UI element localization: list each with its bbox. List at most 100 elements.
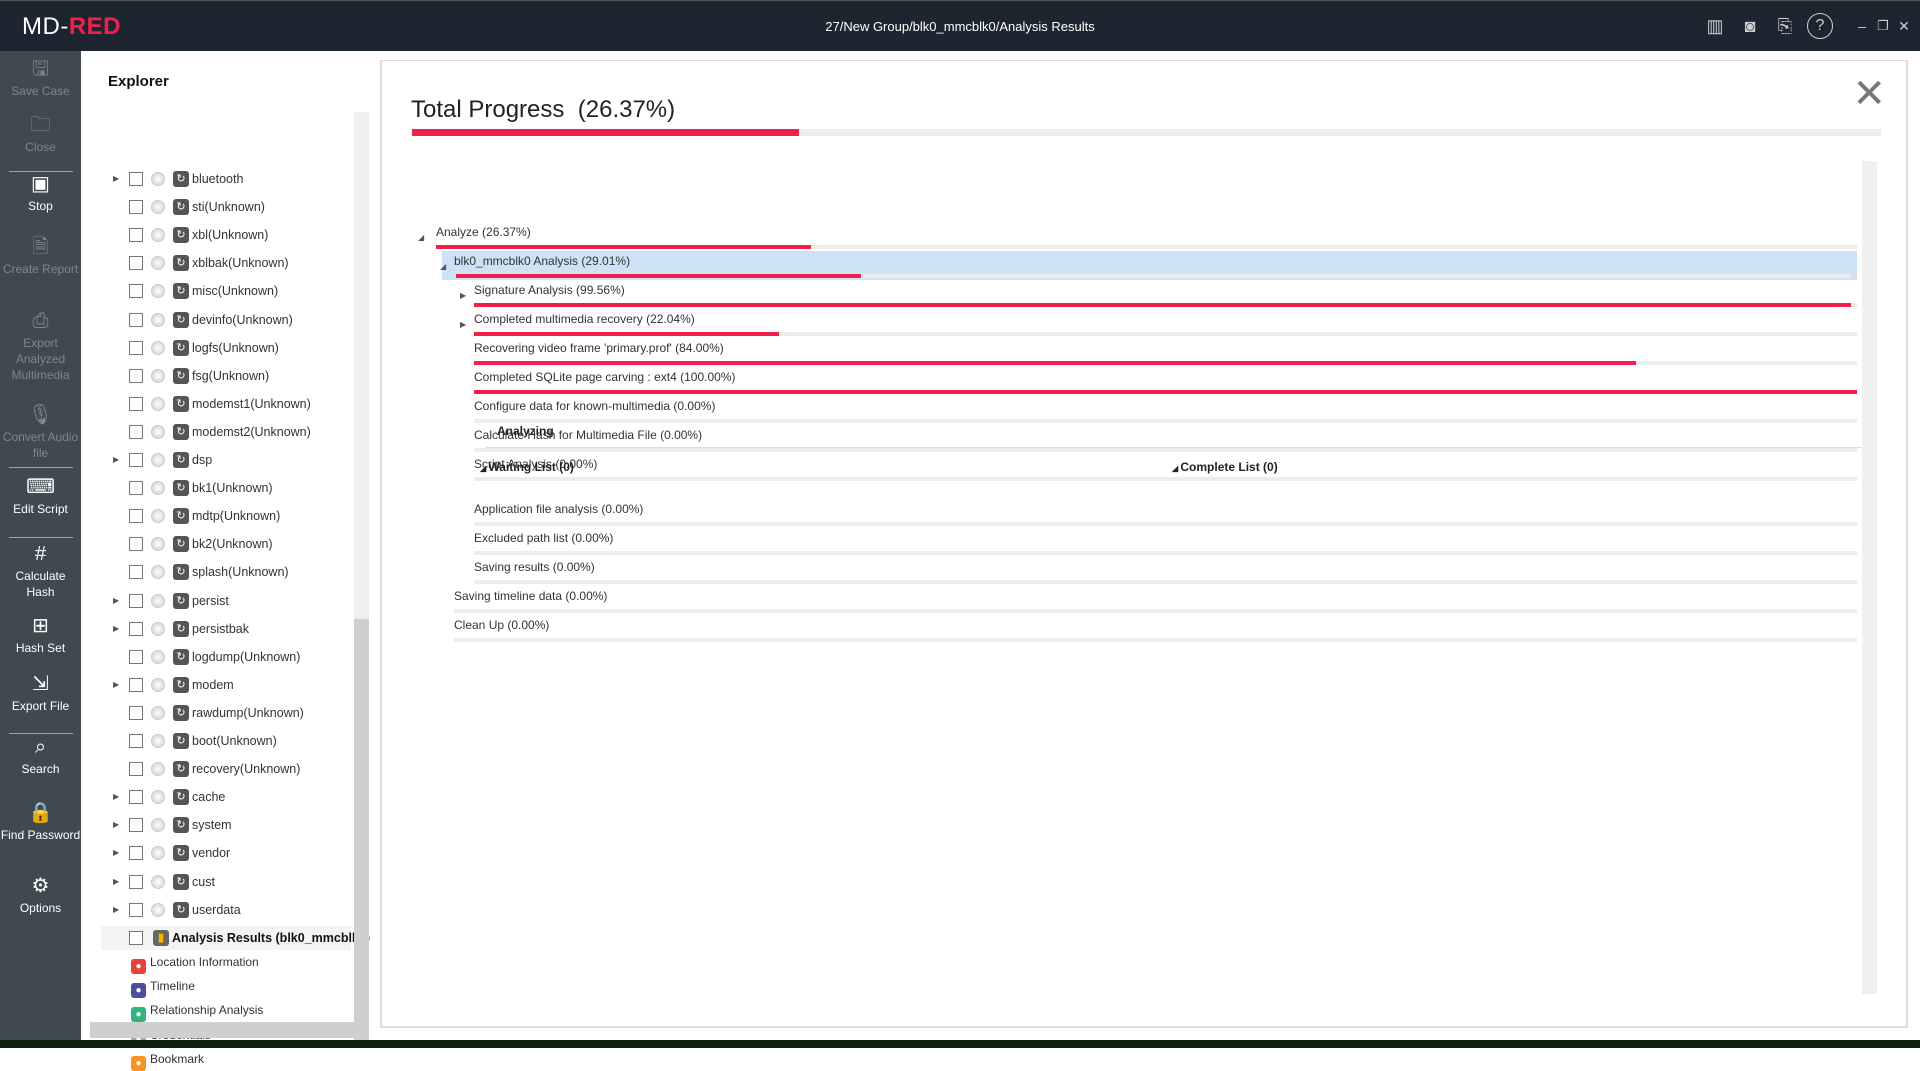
checkbox[interactable] (129, 565, 143, 580)
sidebar-export-file[interactable]: ⇲ Export File (0, 672, 81, 714)
checkbox[interactable] (129, 284, 143, 299)
radio-button[interactable] (151, 537, 165, 552)
expand-arrow-icon[interactable]: ▶ (113, 813, 119, 837)
checkbox[interactable] (129, 172, 143, 186)
tree-item[interactable]: ▶ ↻ system (81, 813, 351, 837)
monitor-layout-icon[interactable]: ▥ (1701, 13, 1729, 39)
checkbox[interactable] (129, 424, 143, 439)
tree-item[interactable]: ▶ ↻ userdata (81, 898, 351, 922)
radio-button[interactable] (151, 256, 165, 271)
checkbox[interactable] (129, 818, 143, 833)
progress-row[interactable]: Recovering video frame 'primary.prof' (8… (462, 338, 1857, 367)
radio-button[interactable] (151, 340, 165, 355)
expand-arrow-icon[interactable]: ▶ (113, 898, 119, 922)
sidebar-search[interactable]: ⌕ Search (0, 735, 81, 777)
sidebar-stop[interactable]: ▣ Stop (0, 172, 81, 214)
tree-item[interactable]: ▶ ↻ dsp (81, 448, 351, 472)
radio-button[interactable] (151, 846, 165, 861)
tree-item[interactable]: ▶ ↻ cache (81, 785, 351, 809)
tree-item[interactable]: ↻ xblbak(Unknown) (81, 251, 351, 275)
radio-button[interactable] (151, 677, 165, 692)
tree-item-timeline[interactable]: ● Timeline (131, 975, 195, 999)
radio-button[interactable] (151, 424, 165, 439)
radio-button[interactable] (151, 593, 165, 608)
tree-item[interactable]: ↻ mdtp(Unknown) (81, 504, 351, 528)
progress-row[interactable]: Completed SQLite page carving : ext4 (10… (462, 367, 1857, 396)
radio-button[interactable] (151, 200, 165, 215)
radio-button[interactable] (151, 734, 165, 748)
tree-item[interactable]: ↻ modemst1(Unknown) (81, 392, 351, 416)
progress-scrollbar[interactable] (1862, 161, 1877, 994)
radio-button[interactable] (151, 874, 165, 889)
expand-arrow-icon[interactable]: ▶ (113, 841, 119, 865)
checkbox[interactable] (129, 312, 143, 327)
checkbox[interactable] (129, 453, 143, 467)
tree-item[interactable]: ↻ devinfo(Unknown) (81, 308, 351, 332)
progress-row[interactable]: ◢ Analyze (26.37%) (418, 222, 1857, 251)
progress-row[interactable]: Clean Up (0.00%) (442, 615, 1857, 644)
checkbox[interactable] (129, 874, 143, 889)
expand-arrow-icon[interactable]: ▶ (113, 870, 119, 894)
radio-button[interactable] (151, 649, 165, 664)
tree-item[interactable]: ▶ ↻ vendor (81, 841, 351, 865)
checkbox[interactable] (129, 705, 143, 720)
tree-item[interactable]: ↻ modemst2(Unknown) (81, 420, 351, 444)
checkbox[interactable] (129, 481, 143, 496)
tree-item[interactable]: ▶ ↻ modem (81, 673, 351, 697)
tree-item[interactable]: ▶ ↻ persist (81, 589, 351, 613)
explorer-horizontal-scrollbar[interactable] (90, 1022, 354, 1038)
sidebar-hash-set[interactable]: ⊞ Hash Set (0, 614, 81, 656)
tree-item-bookmark[interactable]: ● Bookmark (131, 1048, 204, 1071)
progress-row[interactable]: Excluded path list (0.00%) (462, 528, 1857, 557)
tree-item[interactable]: ↻ xbl(Unknown) (81, 223, 351, 247)
expand-arrow-icon[interactable]: ▶ (113, 167, 119, 191)
checkbox[interactable] (129, 790, 143, 805)
radio-button[interactable] (151, 284, 165, 299)
checkbox[interactable] (129, 902, 143, 917)
radio-button[interactable] (151, 228, 165, 243)
tree-item[interactable]: ↻ fsg(Unknown) (81, 364, 351, 388)
radio-button[interactable] (151, 396, 165, 411)
tree-item[interactable]: ▶ ↻ cust (81, 870, 351, 894)
checkbox[interactable] (129, 256, 143, 271)
radio-button[interactable] (151, 368, 165, 383)
sidebar-options[interactable]: ⚙ Options (0, 874, 81, 916)
radio-button[interactable] (151, 312, 165, 327)
tree-item[interactable]: ↻ boot(Unknown) (81, 729, 351, 753)
progress-row[interactable]: Configure data for known-multimedia (0.0… (462, 396, 1857, 425)
checkbox[interactable] (129, 762, 143, 777)
progress-row[interactable]: Application file analysis (0.00%) (462, 499, 1857, 528)
close-icon[interactable]: ✕ (1890, 13, 1918, 39)
radio-button[interactable] (151, 481, 165, 496)
checkbox[interactable] (129, 734, 143, 748)
tree-item[interactable]: ↻ misc(Unknown) (81, 279, 351, 303)
progress-row[interactable]: Saving timeline data (0.00%) (442, 586, 1857, 615)
radio-button[interactable] (151, 818, 165, 833)
sidebar-calculate-hash[interactable]: # Calculate Hash (0, 542, 81, 600)
checkbox[interactable] (129, 846, 143, 861)
radio-button[interactable] (151, 565, 165, 580)
checkbox[interactable] (129, 396, 143, 411)
expand-arrow-icon[interactable]: ▶ (113, 785, 119, 809)
expand-arrow-icon[interactable]: ▶ (460, 286, 466, 306)
tree-item-analysis-results[interactable]: ▮ Analysis Results (blk0_mmcblk0) (101, 925, 370, 950)
expand-arrow-icon[interactable]: ▶ (460, 315, 466, 335)
checkbox[interactable] (129, 340, 143, 355)
checkbox[interactable] (129, 509, 143, 524)
waiting-list-header[interactable]: ◢ Waiting List (0) (480, 460, 574, 474)
radio-button[interactable] (151, 790, 165, 805)
checkbox[interactable] (129, 228, 143, 243)
expand-arrow-icon[interactable]: ▶ (113, 617, 119, 641)
progress-row[interactable]: ◢ blk0_mmcblk0 Analysis (29.01%) (440, 251, 1857, 280)
checkbox[interactable] (129, 200, 143, 215)
progress-row[interactable]: ▶ Signature Analysis (99.56%) (460, 280, 1857, 309)
sidebar-edit-script[interactable]: ⌨ Edit Script (0, 475, 81, 517)
checkbox[interactable] (129, 677, 143, 692)
tree-item[interactable]: ↻ logdump(Unknown) (81, 645, 351, 669)
help-icon[interactable]: ? (1807, 13, 1833, 39)
tree-item[interactable]: ↻ splash(Unknown) (81, 560, 351, 584)
tree-item[interactable]: ▶ ↻ bluetooth (81, 167, 351, 191)
tree-item[interactable]: ↻ bk2(Unknown) (81, 532, 351, 556)
radio-button[interactable] (151, 705, 165, 720)
tree-item[interactable]: ▶ ↻ persistbak (81, 617, 351, 641)
